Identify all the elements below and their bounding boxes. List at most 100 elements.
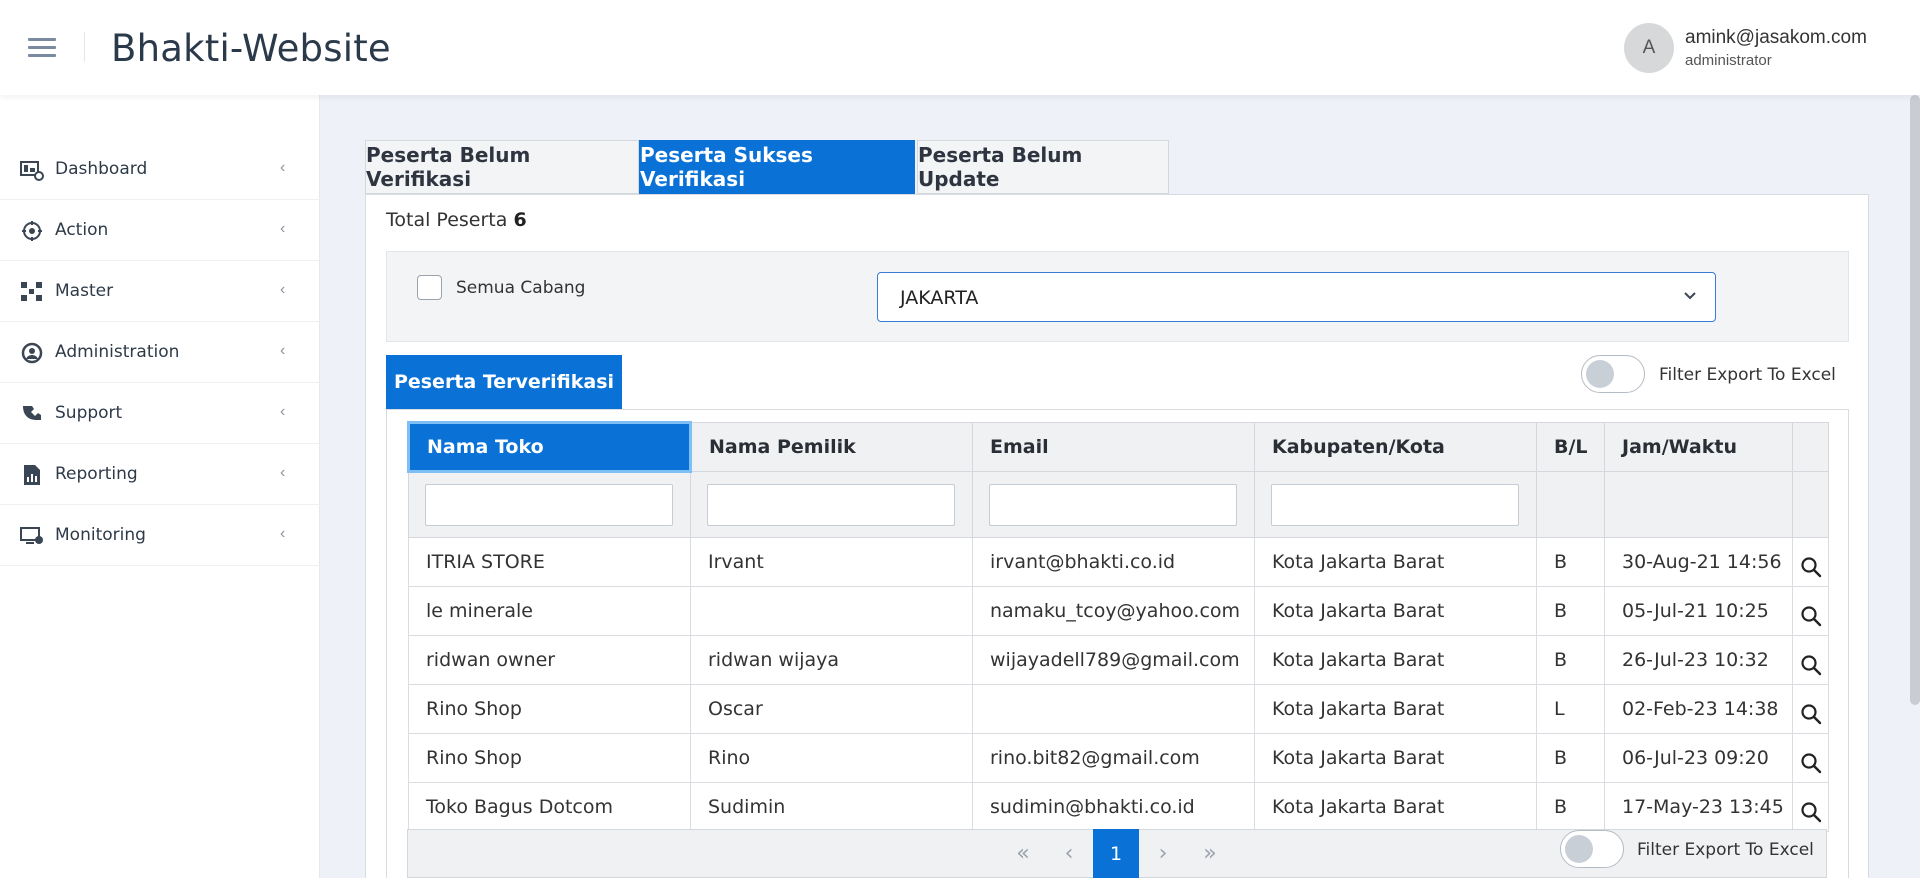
sidebar-item-label: Monitoring	[55, 525, 146, 545]
pagination-next-button[interactable]: ›	[1140, 829, 1186, 878]
cell-jam-waktu: 05-Jul-21 10:25	[1604, 586, 1793, 636]
pagination-last-button[interactable]: »	[1187, 829, 1233, 878]
cell-email: wijayadell789@gmail.com	[972, 635, 1255, 685]
sidebar-item-label: Master	[55, 281, 114, 301]
cell-nama-toko: ITRIA STORE	[408, 537, 691, 587]
chevron-down-icon	[1684, 292, 1696, 300]
filter-export-toggle-bottom[interactable]	[1560, 830, 1624, 868]
table-row[interactable]: Rino Shop Oscar Kota Jakarta Barat L 02-Feb-…	[408, 684, 1829, 734]
pagination-page-1[interactable]: 1	[1093, 829, 1139, 878]
sidebar-item-action[interactable]: Action ‹	[0, 200, 320, 261]
table-row[interactable]: Toko Bagus Dotcom Sudimin sudimin@bhakti.c…	[408, 782, 1829, 832]
cell-nama-toko: ridwan owner	[408, 635, 691, 685]
table-row[interactable]: le minerale namaku_tcoy@yahoo.com Kota Jak…	[408, 586, 1829, 636]
avatar[interactable]: A	[1624, 23, 1674, 73]
sidebar-item-reporting[interactable]: Reporting ‹	[0, 444, 320, 505]
cell-kabupaten-kota: Kota Jakarta Barat	[1254, 733, 1537, 783]
sidebar-item-dashboard[interactable]: Dashboard ‹	[0, 139, 320, 200]
cell-kabupaten-kota: Kota Jakarta Barat	[1254, 586, 1537, 636]
cell-nama-toko: Toko Bagus Dotcom	[408, 782, 691, 832]
search-icon[interactable]	[1800, 703, 1822, 725]
column-header-bl[interactable]: B/L	[1536, 422, 1605, 472]
total-label: Total Peserta	[386, 209, 508, 231]
cell-nama-pemilik: Rino	[690, 733, 973, 783]
support-icon	[23, 406, 41, 420]
cell-view	[1792, 684, 1829, 734]
table-row[interactable]: Rino Shop Rino rino.bit82@gmail.com Kota Ja…	[408, 733, 1829, 783]
cell-view	[1792, 537, 1829, 587]
search-icon[interactable]	[1800, 752, 1822, 774]
cell-email: sudimin@bhakti.co.id	[972, 782, 1255, 832]
search-icon[interactable]	[1800, 801, 1822, 823]
user-email[interactable]: amink@jasakom.com	[1685, 27, 1867, 49]
filter-nama-toko-input[interactable]	[425, 484, 673, 526]
cell-bl: L	[1536, 684, 1605, 734]
filter-row	[408, 471, 1829, 538]
cell-jam-waktu: 26-Jul-23 10:32	[1604, 635, 1793, 685]
cell-jam-waktu: 17-May-23 13:45	[1604, 782, 1793, 832]
column-header-nama-pemilik[interactable]: Nama Pemilik	[690, 422, 973, 472]
cell-nama-pemilik: Oscar	[690, 684, 973, 734]
app-title: Bhakti-Website	[111, 27, 391, 70]
semua-cabang-checkbox[interactable]	[417, 275, 442, 300]
search-icon[interactable]	[1800, 605, 1822, 627]
cell-bl: B	[1536, 537, 1605, 587]
cell-nama-pemilik: ridwan wijaya	[690, 635, 973, 685]
sidebar-item-label: Support	[55, 403, 123, 423]
column-header-kabupaten-kota[interactable]: Kabupaten/Kota	[1254, 422, 1537, 472]
cell-nama-toko: Rino Shop	[408, 684, 691, 734]
filter-email-input[interactable]	[989, 483, 1237, 526]
chevron-left-icon: ‹	[280, 403, 286, 420]
column-header-jam-waktu[interactable]: Jam/Waktu	[1604, 422, 1793, 472]
sidebar-item-monitoring[interactable]: Monitoring ‹	[0, 505, 320, 566]
cell-nama-pemilik: Sudimin	[690, 782, 973, 832]
master-icon	[21, 282, 42, 301]
branch-select-value: JAKARTA	[900, 287, 979, 309]
cell-kabupaten-kota: Kota Jakarta Barat	[1254, 782, 1537, 832]
page-scrollbar[interactable]	[1910, 95, 1920, 705]
cell-nama-toko: Rino Shop	[408, 733, 691, 783]
semua-cabang-label[interactable]: Semua Cabang	[456, 278, 585, 298]
sidebar-item-support[interactable]: Support ‹	[0, 383, 320, 444]
hamburger-menu-icon[interactable]	[28, 38, 56, 58]
table-row[interactable]: ITRIA STORE Irvant irvant@bhakti.co.id Kota…	[408, 537, 1829, 587]
filter-nama-pemilik-input[interactable]	[707, 483, 955, 526]
dashboard-icon	[20, 161, 44, 181]
filter-cell	[690, 471, 973, 538]
filter-cell	[1604, 471, 1793, 538]
cell-view	[1792, 782, 1829, 832]
pagination-first-button[interactable]: «	[1000, 829, 1046, 878]
top-header: Bhakti-Website A amink@jasakom.com admin…	[0, 0, 1920, 95]
column-header-nama-toko[interactable]: Nama Toko	[407, 421, 692, 473]
filter-cell	[1254, 471, 1537, 538]
table-body: ITRIA STORE Irvant irvant@bhakti.co.id Kota…	[408, 537, 1829, 832]
cell-jam-waktu: 02-Feb-23 14:38	[1604, 684, 1793, 734]
tab-peserta-terverifikasi[interactable]: Peserta Terverifikasi	[386, 355, 622, 409]
sidebar-item-label: Administration	[55, 342, 180, 362]
tab-peserta-belum-update[interactable]: Peserta Belum Update	[917, 140, 1169, 194]
sidebar-item-label: Reporting	[55, 464, 138, 484]
filter-export-label: Filter Export To Excel	[1659, 365, 1836, 385]
column-header-email[interactable]: Email	[972, 422, 1255, 472]
filter-cell	[1536, 471, 1605, 538]
sidebar-item-master[interactable]: Master ‹	[0, 261, 320, 322]
chevron-left-icon: ‹	[280, 220, 286, 237]
sidebar-item-administration[interactable]: Administration ‹	[0, 322, 320, 383]
cell-email: namaku_tcoy@yahoo.com	[972, 586, 1255, 636]
filter-cell	[972, 471, 1255, 538]
search-icon[interactable]	[1800, 556, 1822, 578]
sidebar-item-label: Dashboard	[55, 159, 148, 179]
cell-nama-pemilik	[690, 586, 973, 636]
search-icon[interactable]	[1800, 654, 1822, 676]
filter-export-toggle[interactable]	[1581, 355, 1645, 393]
tab-peserta-sukses-verifikasi[interactable]: Peserta Sukses Verifikasi	[639, 140, 915, 194]
reporting-icon	[24, 465, 40, 485]
cell-email	[972, 684, 1255, 734]
tab-peserta-belum-verifikasi[interactable]: Peserta Belum Verifikasi	[365, 140, 639, 194]
cell-bl: B	[1536, 586, 1605, 636]
filter-kabupaten-kota-input[interactable]	[1271, 483, 1519, 526]
filter-cell	[1792, 471, 1829, 538]
pagination-prev-button[interactable]: ‹	[1046, 829, 1092, 878]
branch-select[interactable]: JAKARTA	[877, 272, 1716, 322]
table-row[interactable]: ridwan owner ridwan wijaya wijayadell789@g…	[408, 635, 1829, 685]
